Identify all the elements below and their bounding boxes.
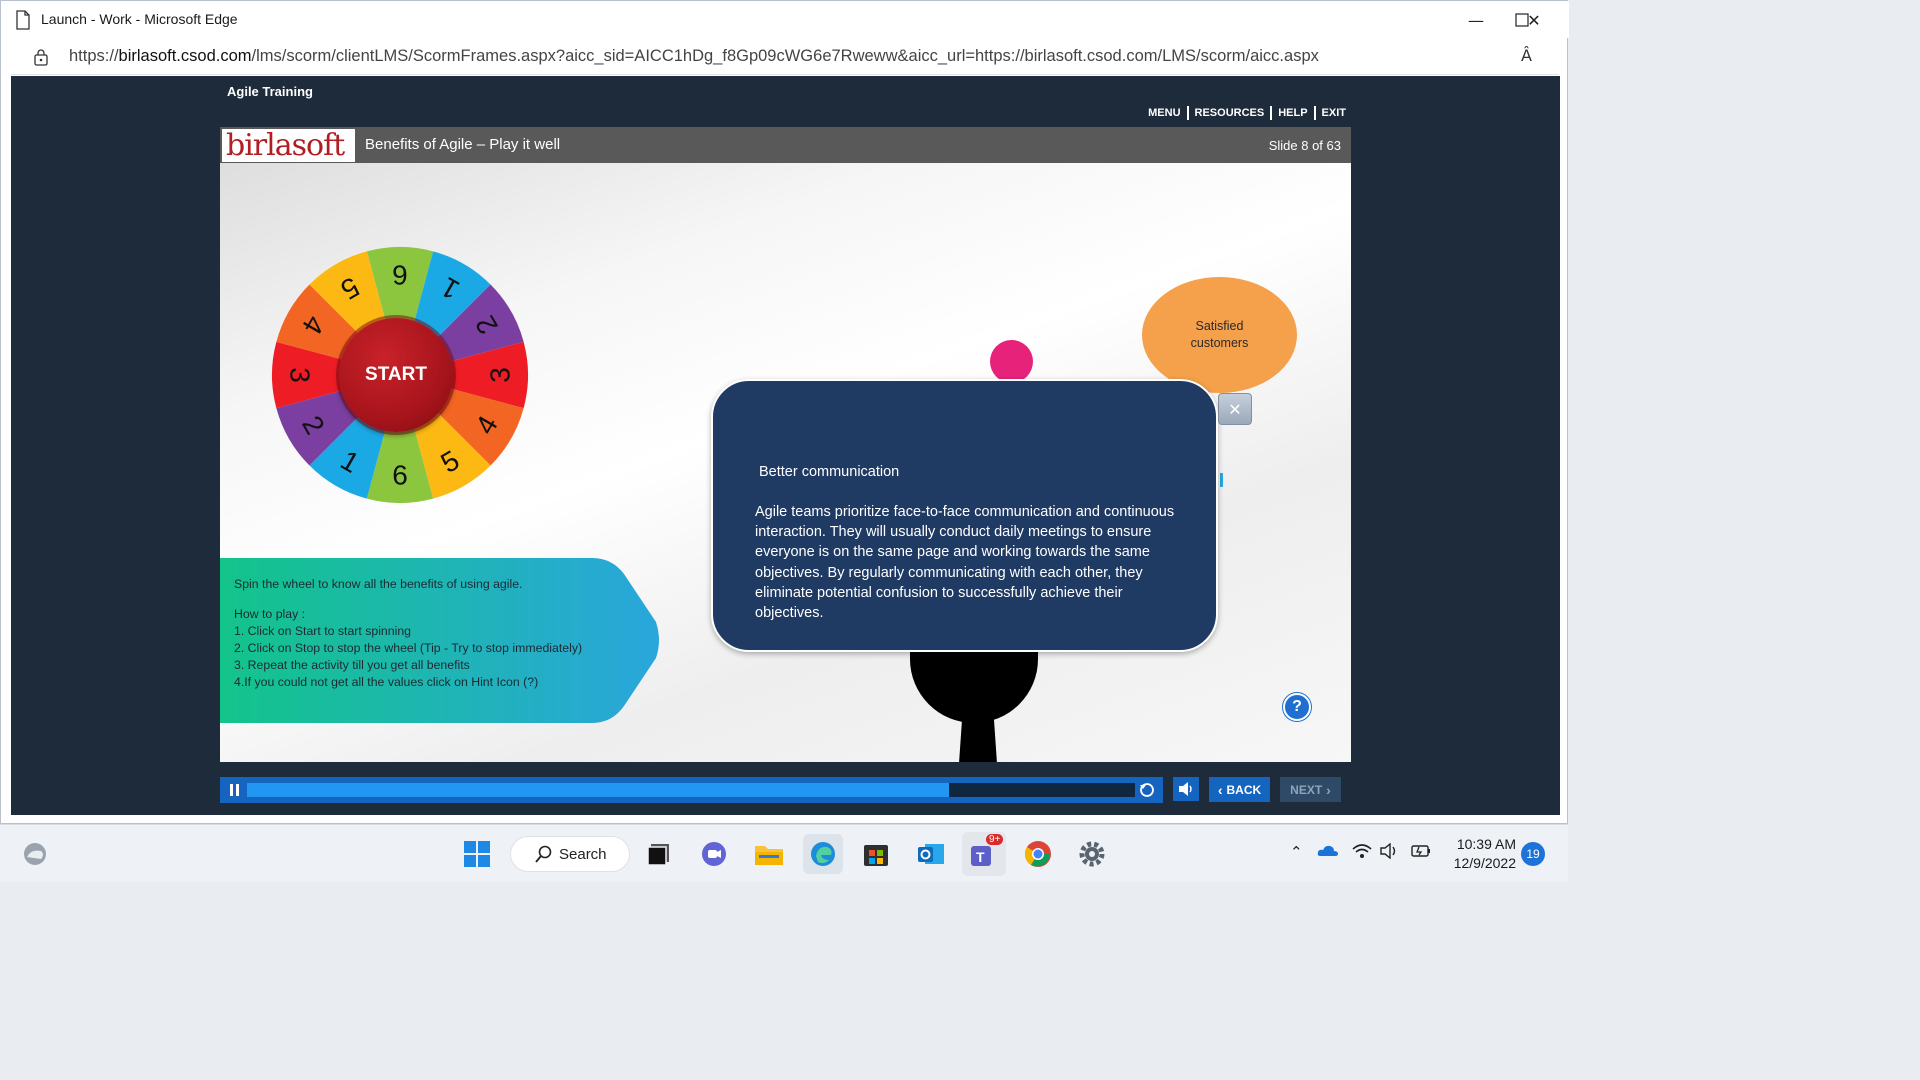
birlasoft-logo: birlasoft [222, 128, 355, 163]
popup-body: Agile teams prioritize face-to-face comm… [755, 504, 1175, 622]
instruction-step: 3. Repeat the activity till you get all … [234, 658, 470, 672]
taskbar-clock[interactable]: 10:39 AM 12/9/2022 [1446, 835, 1516, 873]
progress-track[interactable] [247, 783, 1135, 797]
read-aloud-icon[interactable]: Â [1521, 46, 1532, 65]
instruction-step: 2. Click on Stop to stop the wheel (Tip … [234, 641, 583, 655]
bubble-label-line: Satisfied [1195, 319, 1244, 333]
replay-icon[interactable] [1138, 781, 1156, 799]
task-view-icon[interactable] [642, 837, 676, 871]
speaker-icon [1179, 782, 1192, 796]
course-viewport: Agile Training MENU RESOURCES HELP EXIT … [11, 76, 1560, 815]
instruction-step: 4.If you could not get all the values cl… [234, 675, 539, 689]
teams-badge: 9+ [986, 834, 1004, 845]
taskbar-search[interactable]: Search [510, 836, 630, 872]
bubble-label-line: customers [1190, 336, 1249, 350]
wheel-segment-label: 3 [485, 367, 516, 383]
search-icon [535, 845, 552, 863]
hint-button[interactable]: ? [1283, 693, 1311, 721]
logo-text: birlasoft [226, 128, 345, 163]
onedrive-icon[interactable] [1317, 843, 1339, 861]
pause-icon [235, 784, 239, 796]
battery-icon[interactable] [1410, 843, 1432, 863]
next-label: NEXT [1290, 782, 1323, 797]
edge-icon[interactable] [803, 834, 843, 874]
store-icon[interactable] [859, 837, 893, 871]
wheel-segment-label: 3 [285, 367, 316, 383]
instructions-text: Spin the wheel to know all the benefits … [234, 576, 582, 691]
pause-icon [229, 784, 233, 796]
svg-text:T: T [976, 849, 985, 865]
close-icon: ✕ [1228, 399, 1242, 419]
minimize-hitbox [1453, 5, 1499, 35]
browser-window: Launch - Work - Microsoft Edge — ✕ https… [0, 0, 1569, 824]
teams-icon[interactable]: T 9+ [962, 832, 1006, 876]
url-text[interactable]: https://birlasoft.csod.com/lms/scorm/cli… [69, 47, 1319, 66]
instructions-panel: Spin the wheel to know all the benefits … [220, 558, 662, 723]
popup-title: Better communication [759, 464, 900, 480]
start-menu-icon[interactable] [460, 837, 494, 871]
slide-counter: Slide 8 of 63 [1268, 138, 1341, 153]
bubble-label: Satisfied customers [1191, 318, 1249, 352]
instruction-step: 1. Click on Start to start spinning [234, 624, 412, 638]
wheel-segment-label: 6 [392, 260, 408, 291]
slide-stage: 612345612345 START Spin the wheel to kno… [220, 163, 1351, 762]
close-window-button[interactable]: ✕ [1511, 5, 1557, 35]
chrome-icon[interactable] [1021, 837, 1055, 871]
back-button[interactable]: ‹ BACK [1209, 777, 1270, 802]
nav-divider [1270, 106, 1273, 120]
slide-title: Benefits of Agile – Play it well [365, 136, 561, 153]
question-icon: ? [1292, 698, 1302, 715]
popup-close-button[interactable]: ✕ [1218, 393, 1252, 425]
pink-circle [990, 340, 1033, 383]
back-label: BACK [1226, 782, 1262, 797]
chevron-right-icon: › [1326, 781, 1331, 798]
notification-badge[interactable]: 19 [1521, 842, 1545, 866]
nav-resources[interactable]: RESOURCES [1195, 107, 1265, 119]
settings-gear-icon[interactable] [1075, 837, 1109, 871]
volume-icon[interactable] [1380, 842, 1400, 863]
lock-icon [34, 49, 48, 66]
nav-divider [1313, 106, 1316, 120]
instructions-intro: Spin the wheel to know all the benefits … [234, 577, 523, 591]
cyan-accent [1220, 473, 1223, 487]
url-prefix: https:// [69, 47, 119, 65]
player-controls: ‹ BACK NEXT › [220, 776, 1351, 803]
benefit-popup: Better communication Agile teams priorit… [711, 379, 1218, 652]
search-label: Search [559, 845, 607, 863]
file-explorer-icon[interactable] [752, 837, 786, 871]
start-label: START [365, 364, 427, 385]
address-bar[interactable]: https://birlasoft.csod.com/lms/scorm/cli… [11, 39, 1559, 75]
url-path: /lms/scorm/clientLMS/ScormFrames.aspx?ai… [251, 47, 1319, 65]
close-icon: ✕ [1527, 10, 1541, 30]
chevron-left-icon: ‹ [1217, 781, 1223, 798]
nav-menu[interactable]: MENU [1148, 107, 1180, 119]
url-host: birlasoft.csod.com [118, 47, 252, 65]
progress-fill [247, 783, 949, 797]
nav-divider [1186, 106, 1189, 120]
start-button[interactable]: START [339, 318, 453, 432]
volume-button[interactable] [1173, 777, 1199, 801]
progress-bar-container [220, 777, 1163, 803]
window-title: Launch - Work - Microsoft Edge [41, 11, 238, 27]
chevron-up-icon[interactable]: ⌃ [1290, 843, 1303, 861]
how-to-play-heading: How to play : [234, 607, 306, 621]
course-title: Agile Training [227, 84, 313, 99]
page-icon [16, 10, 30, 30]
nav-help[interactable]: HELP [1278, 107, 1307, 119]
next-button[interactable]: NEXT › [1280, 777, 1341, 802]
clock-time: 10:39 AM [1456, 836, 1516, 852]
chat-icon[interactable] [697, 837, 731, 871]
title-bar: Launch - Work - Microsoft Edge — ✕ [1, 1, 1569, 38]
pause-button[interactable] [224, 781, 244, 799]
weather-widget-icon[interactable] [18, 837, 52, 871]
taskbar: Search T 9+ ⌃ 10:39 AM 12/9/2022 19 [0, 824, 1568, 882]
outlook-icon[interactable] [914, 837, 948, 871]
course-top-nav: MENU RESOURCES HELP EXIT [1148, 106, 1346, 120]
wifi-icon[interactable] [1352, 843, 1372, 863]
clock-date: 12/9/2022 [1453, 855, 1516, 871]
nav-exit[interactable]: EXIT [1322, 107, 1346, 119]
slide-header: birlasoft Benefits of Agile – Play it we… [220, 127, 1351, 163]
wheel-segment-label: 6 [392, 460, 408, 491]
benefit-bubble-satisfied-customers: Satisfied customers [1142, 277, 1297, 393]
